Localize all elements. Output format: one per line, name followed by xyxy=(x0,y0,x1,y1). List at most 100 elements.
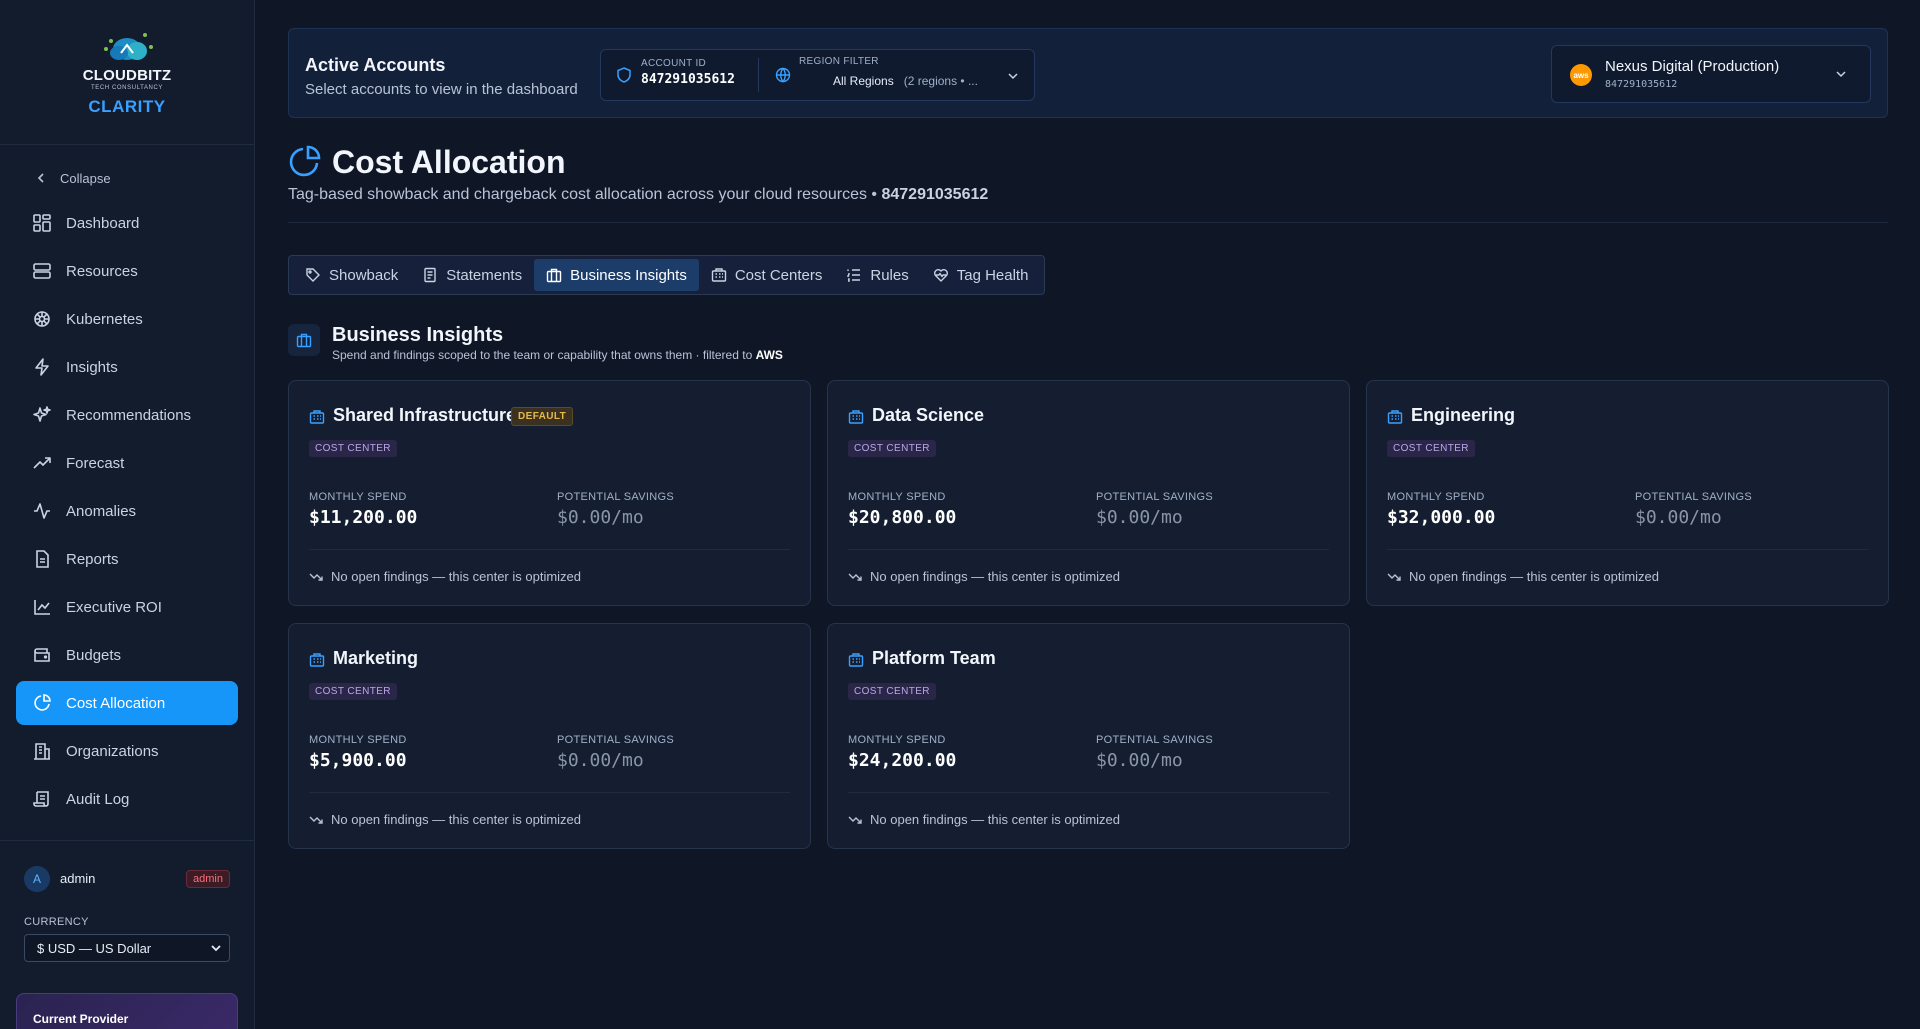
cost-center-card[interactable]: Marketing COST CENTER MONTHLY SPEND $5,9… xyxy=(288,623,811,849)
tab-business-insights[interactable]: Business Insights xyxy=(534,259,699,291)
tab-tag-health[interactable]: Tag Health xyxy=(921,259,1041,291)
tab-label: Showback xyxy=(329,266,399,284)
sidebar-item-label: Anomalies xyxy=(66,502,137,520)
org-name: Nexus Digital (Production) xyxy=(1605,58,1780,75)
tab-label: Tag Health xyxy=(956,266,1029,284)
current-provider-card[interactable]: Current Provider xyxy=(16,993,238,1029)
cost-center-name: Platform Team xyxy=(872,648,996,668)
findings-text: No open findings — this center is optimi… xyxy=(870,812,1121,827)
cost-center-name: Marketing xyxy=(333,648,419,668)
brand-logo[interactable]: CLOUDBITZ TECH CONSULTANCY CLARITY xyxy=(0,0,254,145)
globe-icon xyxy=(775,67,791,83)
sidebar-item-cost-allocation[interactable]: Cost Allocation xyxy=(16,681,238,725)
currency-select[interactable]: $ USD — US Dollar xyxy=(24,934,230,962)
region-filter-select[interactable]: All Regions (2 regions • ... xyxy=(833,74,978,88)
chevron-down-icon xyxy=(211,945,221,952)
section-filter: AWS xyxy=(755,348,783,362)
sidebar-item-insights[interactable]: Insights xyxy=(16,345,238,389)
divider xyxy=(288,222,1888,223)
sidebar-item-label: Recommendations xyxy=(66,406,192,424)
receipt-icon xyxy=(424,267,436,283)
page-description: Tag-based showback and chargeback cost a… xyxy=(288,186,988,204)
account-region-selector: ACCOUNT ID 847291035612 REGION FILTER Al… xyxy=(600,49,1035,101)
sidebar-item-forecast[interactable]: Forecast xyxy=(16,441,238,485)
sidebar-item-organizations[interactable]: Organizations xyxy=(16,729,238,773)
sidebar-item-recommendations[interactable]: Recommendations xyxy=(16,393,238,437)
potential-savings-label: POTENTIAL SAVINGS xyxy=(1096,734,1213,746)
monthly-spend-value: $32,000.00 xyxy=(1387,507,1496,528)
organization-selector[interactable]: aws Nexus Digital (Production) 847291035… xyxy=(1551,45,1871,103)
cost-center-card[interactable]: Shared Infrastructure DEFAULT COST CENTE… xyxy=(288,380,811,606)
sidebar-item-reports[interactable]: Reports xyxy=(16,537,238,581)
findings-text: No open findings — this center is optimi… xyxy=(331,812,582,827)
sidebar-item-executive-roi[interactable]: Executive ROI xyxy=(16,585,238,629)
sidebar-item-label: Audit Log xyxy=(66,790,130,808)
briefcase-icon xyxy=(296,333,312,348)
potential-savings-label: POTENTIAL SAVINGS xyxy=(1096,491,1213,503)
avatar: A xyxy=(24,865,50,892)
trend-down-icon xyxy=(848,573,862,581)
region-filter-label: REGION FILTER xyxy=(799,56,879,67)
account-bar-title: Active Accounts xyxy=(305,55,446,75)
findings-note: No open findings — this center is optimi… xyxy=(309,812,581,827)
findings-text: No open findings — this center is optimi… xyxy=(331,569,582,584)
cost-center-card[interactable]: Data Science COST CENTER MONTHLY SPEND $… xyxy=(827,380,1350,606)
cloud-logo-icon xyxy=(104,33,153,60)
region-detail: (2 regions • ... xyxy=(903,74,978,88)
user-name: admin xyxy=(60,871,96,886)
monthly-spend-value: $20,800.00 xyxy=(848,507,957,528)
cost-center-name: Engineering xyxy=(1411,405,1516,425)
monthly-spend-label: MONTHLY SPEND xyxy=(309,491,407,503)
tab-statements[interactable]: Statements xyxy=(410,259,534,291)
section-icon xyxy=(288,324,320,356)
user-profile[interactable]: A admin admin xyxy=(0,841,254,916)
tab-label: Cost Centers xyxy=(734,266,823,284)
cost-center-card[interactable]: Engineering COST CENTER MONTHLY SPEND $3… xyxy=(1366,380,1889,606)
monthly-spend-value: $5,900.00 xyxy=(309,750,407,771)
helm-icon xyxy=(34,311,50,327)
trend-up-icon xyxy=(33,457,51,469)
grid-icon xyxy=(33,214,51,232)
sidebar-item-kubernetes[interactable]: Kubernetes xyxy=(16,297,238,341)
currency-value: $ USD — US Dollar xyxy=(37,940,152,956)
sidebar-footer: A admin admin CURRENCY $ USD — US Dollar xyxy=(0,840,254,962)
chevron-down-icon[interactable] xyxy=(1008,73,1018,80)
account-id-value[interactable]: 847291035612 xyxy=(641,72,735,87)
monthly-spend-label: MONTHLY SPEND xyxy=(848,491,946,503)
sidebar-item-label: Executive ROI xyxy=(66,598,162,616)
monthly-spend-value: $24,200.00 xyxy=(848,750,957,771)
sidebar-item-anomalies[interactable]: Anomalies xyxy=(16,489,238,533)
shield-icon xyxy=(617,67,631,83)
tab-showback[interactable]: Showback xyxy=(293,259,410,291)
sidebar-nav: Dashboard Resources Kubernetes Insights … xyxy=(0,201,254,821)
potential-savings-value: $0.00/mo xyxy=(557,750,644,771)
bolt-icon xyxy=(35,358,49,376)
activity-icon xyxy=(34,503,50,519)
sidebar-item-label: Dashboard xyxy=(66,214,140,232)
building-icon xyxy=(34,743,50,760)
building-icon xyxy=(309,410,325,424)
tab-label: Rules xyxy=(870,266,909,284)
account-id-label: ACCOUNT ID xyxy=(641,58,707,69)
sidebar: CLOUDBITZ TECH CONSULTANCY CLARITY Colla… xyxy=(0,0,255,1029)
potential-savings-label: POTENTIAL SAVINGS xyxy=(557,734,674,746)
account-bar-subtitle: Select accounts to view in the dashboard xyxy=(305,81,578,98)
tab-label: Business Insights xyxy=(570,266,687,284)
region-value: All Regions xyxy=(833,74,894,88)
sidebar-item-budgets[interactable]: Budgets xyxy=(16,633,238,677)
tab-rules[interactable]: Rules xyxy=(834,259,920,291)
findings-text: No open findings — this center is optimi… xyxy=(870,569,1121,584)
sidebar-item-label: Reports xyxy=(66,550,119,568)
cost-center-card[interactable]: Platform Team COST CENTER MONTHLY SPEND … xyxy=(827,623,1350,849)
tab-label: Statements xyxy=(446,266,523,284)
sidebar-item-dashboard[interactable]: Dashboard xyxy=(16,201,238,245)
chevron-down-icon xyxy=(1836,71,1846,78)
sidebar-item-resources[interactable]: Resources xyxy=(16,249,238,293)
sidebar-item-audit-log[interactable]: Audit Log xyxy=(16,777,238,821)
collapse-button[interactable]: Collapse xyxy=(0,163,254,193)
tab-bar: Showback Statements Business Insights Co… xyxy=(288,255,1046,295)
tag-icon xyxy=(306,268,320,282)
trend-down-icon xyxy=(1387,573,1401,581)
tab-cost-centers[interactable]: Cost Centers xyxy=(699,259,835,291)
potential-savings-value: $0.00/mo xyxy=(1635,507,1722,528)
